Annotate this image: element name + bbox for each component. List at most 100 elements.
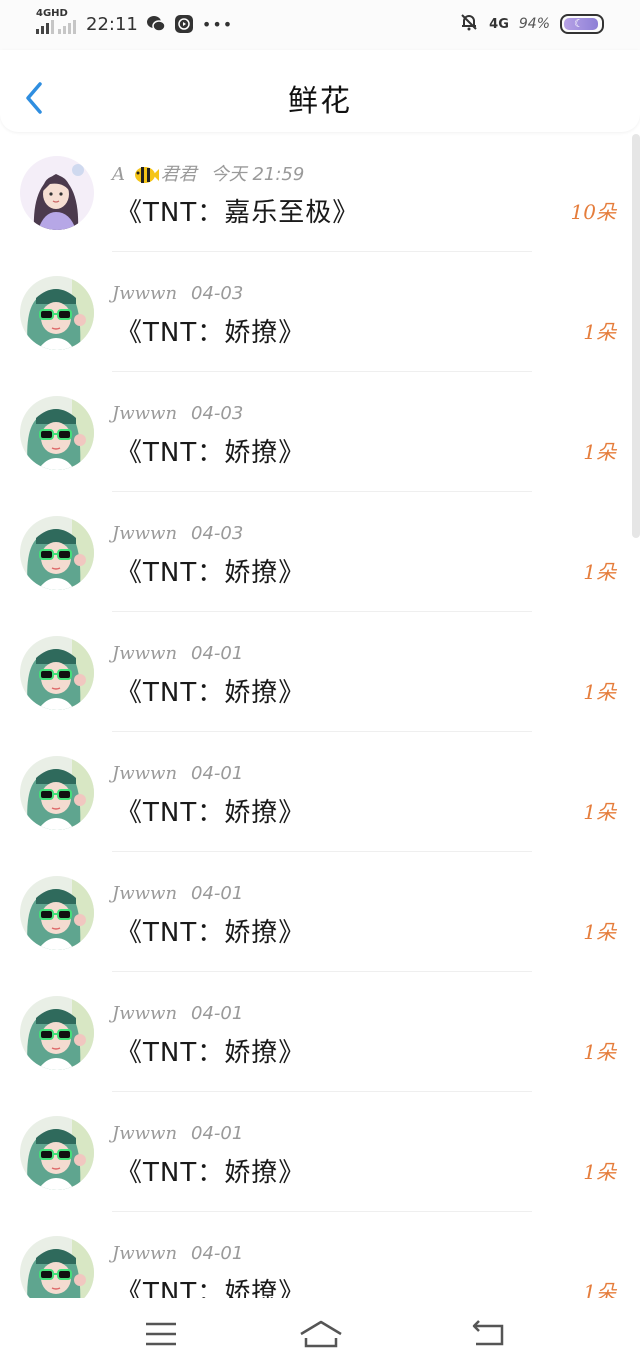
username: Jwwwn [112,643,177,664]
list-item[interactable]: Jwwwn 04-01 《TNT：娇撩》 1朵 [0,972,628,1092]
flower-count: 1朵 [583,1160,616,1184]
signal-secondary-icon [58,19,76,34]
page-header: 鲜花 [0,50,640,132]
fish-emoji-icon [134,167,159,183]
video-play-icon [174,14,194,34]
username: Jwwwn [112,283,177,304]
meta-line: Jwwwn 04-03 [112,280,243,306]
item-title: 《TNT：嘉乐至极》 [116,198,360,228]
username-text: Jwwwn [112,1242,178,1264]
flower-count: 10朵 [570,200,616,224]
network-group: 4GHD [36,8,76,34]
item-title: 《TNT：娇撩》 [116,798,306,828]
overflow-dots-icon: ••• [201,14,234,34]
username: Jwwwn [112,523,177,544]
item-date: 04-01 [191,642,244,664]
list-item[interactable]: Jwwwn 04-03 《TNT：娇撩》 1朵 [0,492,628,612]
username-text: Jwwwn [112,882,178,904]
network-label: 4GHD [36,7,68,19]
clock: 22:11 [86,13,138,35]
flower-count: 1朵 [583,800,616,824]
meta-line: Jwwwn 04-01 [112,640,243,666]
list-item[interactable]: Jwwwn 04-01 《TNT：娇撩》 1朵 [0,1092,628,1212]
meta-line: Jwwwn 04-03 [112,400,243,426]
list-item[interactable]: A 君君 今天 21:59 《TNT：嘉乐至极》 10朵 [0,132,628,252]
avatar[interactable] [20,1116,94,1190]
username: Jwwwn [112,1243,177,1264]
avatar[interactable] [20,276,94,350]
item-date: 04-03 [191,282,244,304]
item-title: 《TNT：娇撩》 [116,558,306,588]
item-title: 《TNT：娇撩》 [116,918,306,948]
username-text: Jwwwn [112,402,178,424]
item-title: 《TNT：娇撩》 [116,678,306,708]
flower-count: 1朵 [583,680,616,704]
scrollbar[interactable] [632,134,640,538]
menu-button[interactable] [142,1316,182,1352]
flower-count: 1朵 [583,320,616,344]
avatar[interactable] [20,756,94,830]
list-item[interactable]: Jwwwn 04-01 《TNT：娇撩》 1朵 [0,612,628,732]
avatar[interactable] [20,156,94,230]
home-button[interactable] [298,1316,344,1352]
username: Jwwwn [112,403,177,424]
username-text: Jwwwn [112,1002,178,1024]
username-text: 君君 [160,164,197,185]
status-left: 4GHD 22:11 ••• [36,8,234,38]
flower-list: A 君君 今天 21:59 《TNT：嘉乐至极》 10朵 Jwwwn 04-03… [0,132,628,1332]
list-item[interactable]: Jwwwn 04-03 《TNT：娇撩》 1朵 [0,252,628,372]
avatar[interactable] [20,636,94,710]
status-bar: 4GHD 22:11 ••• 4G 94% ☾ [0,0,640,50]
home-icon [300,1320,342,1348]
item-date: 04-01 [191,1002,244,1024]
wechat-icon [146,14,166,34]
avatar[interactable] [20,516,94,590]
item-title: 《TNT：娇撩》 [116,1038,306,1068]
flower-count: 1朵 [583,440,616,464]
return-icon [472,1320,504,1346]
meta-line: Jwwwn 04-01 [112,1000,243,1026]
item-date: 04-01 [191,1242,244,1264]
system-nav-bar [0,1298,640,1372]
flower-count: 1朵 [583,920,616,944]
avatar[interactable] [20,396,94,470]
username: Jwwwn [112,1003,177,1024]
username: Jwwwn [112,1123,177,1144]
username-text: Jwwwn [112,762,178,784]
list-item[interactable]: Jwwwn 04-01 《TNT：娇撩》 1朵 [0,732,628,852]
moon-icon: ☾ [574,17,584,30]
list-item[interactable]: Jwwwn 04-01 《TNT：娇撩》 1朵 [0,852,628,972]
item-date: 04-01 [191,762,244,784]
menu-icon [146,1322,176,1346]
item-date: 04-03 [191,402,244,424]
item-date: 04-03 [191,522,244,544]
meta-line: Jwwwn 04-01 [112,880,243,906]
username-prefix: A [112,164,125,185]
signal-icon [36,19,54,34]
username: Jwwwn [112,763,177,784]
meta-line: Jwwwn 04-03 [112,520,243,546]
status-right: 4G 94% ☾ [459,10,604,38]
meta-line: Jwwwn 04-01 [112,760,243,786]
meta-line: A 君君 今天 21:59 [112,160,304,186]
list-item[interactable]: Jwwwn 04-03 《TNT：娇撩》 1朵 [0,372,628,492]
flower-count: 1朵 [583,1040,616,1064]
avatar[interactable] [20,876,94,950]
network-right-label: 4G [489,16,509,32]
battery-icon: ☾ [560,14,604,34]
username: Jwwwn [112,883,177,904]
page-title: 鲜花 [288,84,352,119]
item-title: 《TNT：娇撩》 [116,318,306,348]
return-button[interactable] [470,1316,510,1352]
avatar[interactable] [20,996,94,1070]
meta-line: Jwwwn 04-01 [112,1240,243,1266]
username: A 君君 [112,160,197,186]
username-text: Jwwwn [112,642,178,664]
username-text: Jwwwn [112,1122,178,1144]
flower-count: 1朵 [583,560,616,584]
meta-line: Jwwwn 04-01 [112,1120,243,1146]
item-date: 今天 21:59 [210,164,305,185]
item-title: 《TNT：娇撩》 [116,1158,306,1188]
item-title: 《TNT：娇撩》 [116,438,306,468]
item-date: 04-01 [191,882,244,904]
